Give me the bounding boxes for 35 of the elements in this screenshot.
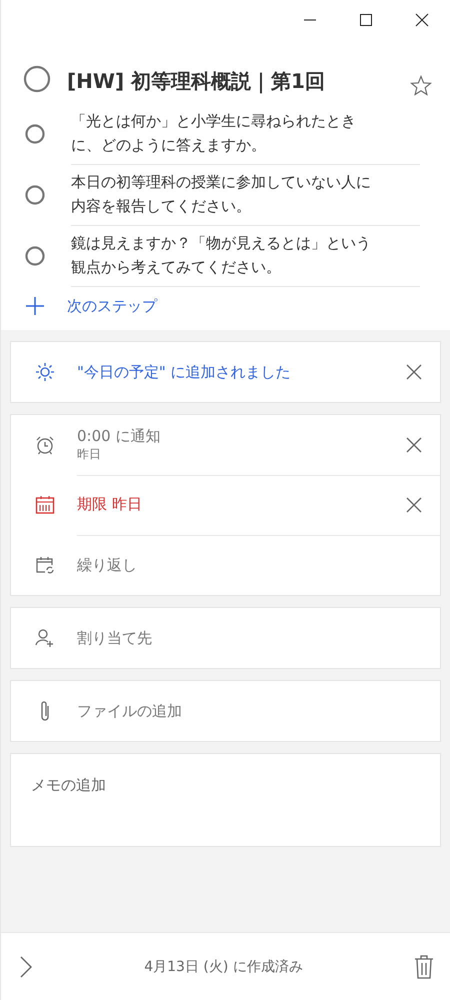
checkbox[interactable] bbox=[25, 124, 45, 144]
close-icon bbox=[406, 496, 422, 512]
step-text: 「光とは何か」と小学生に尋ねられたときに、どのように答えますか。 bbox=[71, 111, 357, 156]
alarm-clock-icon bbox=[35, 435, 55, 455]
add-person-icon bbox=[35, 628, 55, 648]
minimize-icon bbox=[304, 19, 316, 21]
delete-button[interactable] bbox=[414, 954, 434, 978]
calendar-repeat-icon bbox=[35, 555, 55, 575]
my-day-label[interactable]: "今日の予定" に追加されました bbox=[77, 362, 406, 382]
step-text: 鏡は見えますか？「物が見えるとは」という観点から考えてみてください。 bbox=[71, 233, 371, 278]
maximize-icon bbox=[359, 13, 373, 27]
reminder-label[interactable]: 0:00 に通知 bbox=[77, 426, 406, 446]
add-step-button[interactable]: 次のステップ bbox=[1, 286, 157, 316]
repeat-label[interactable]: 繰り返し bbox=[77, 556, 440, 574]
checkbox[interactable] bbox=[25, 246, 45, 266]
note-field[interactable]: メモの追加 bbox=[10, 753, 441, 847]
calendar-icon bbox=[35, 495, 55, 515]
remove-button[interactable] bbox=[406, 364, 422, 380]
remove-button[interactable] bbox=[406, 496, 422, 512]
checkbox[interactable] bbox=[23, 65, 51, 93]
created-date: 4月13日 (火) に作成済み bbox=[143, 958, 304, 976]
close-icon bbox=[415, 13, 429, 27]
reminder-date: 昨日 bbox=[77, 446, 102, 462]
step-text: 本日の初等理科の授業に参加していない人に内容を報告してください。 bbox=[71, 172, 371, 217]
task-title: [HW] 初等理科概説｜第1回 bbox=[67, 68, 326, 96]
sun-icon bbox=[35, 362, 55, 382]
close-icon bbox=[406, 364, 422, 380]
remove-button[interactable] bbox=[406, 436, 422, 452]
collapse-button[interactable] bbox=[19, 954, 33, 978]
close-icon bbox=[406, 436, 422, 452]
star-button[interactable] bbox=[410, 75, 432, 97]
plus-icon bbox=[25, 296, 45, 316]
paperclip-icon bbox=[39, 700, 51, 722]
due-label[interactable]: 期限 昨日 bbox=[77, 495, 406, 514]
checkbox[interactable] bbox=[25, 184, 45, 204]
